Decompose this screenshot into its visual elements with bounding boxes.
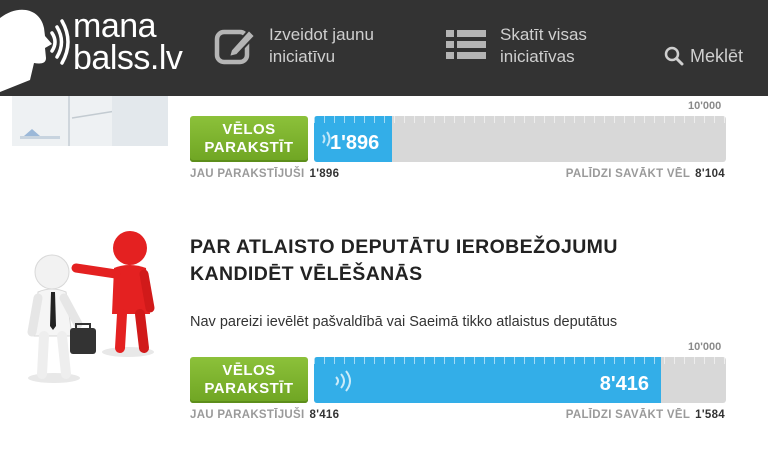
initiative-2-sign-button[interactable]: VĒLOS PARAKSTĪT — [190, 357, 308, 403]
logo-line-1: mana — [73, 7, 157, 45]
logo-wordmark: mana balss.lv — [73, 7, 183, 77]
list-icon — [446, 30, 486, 59]
sign-button-line-2: PARAKSTĪT — [204, 380, 294, 397]
remaining-label: PALĪDZI SAVĀKT VĒL — [565, 409, 691, 421]
sign-button-line-1: VĒLOS — [222, 121, 276, 138]
initiative-1-count: 1'896 — [330, 132, 380, 154]
progress-ticks — [314, 116, 726, 123]
initiative-2-image[interactable] — [18, 228, 180, 388]
progress-ticks — [314, 357, 726, 364]
initiative-1-progress-bar: 1'896 — [314, 116, 726, 162]
initiative-1-thumbnail — [12, 96, 168, 146]
remaining-label: PALĪDZI SAVĀKT VĒL — [565, 168, 691, 180]
remaining-value: 8'104 — [695, 168, 725, 180]
title-line-2: KANDIDĒT VĒLĒŠANĀS — [190, 263, 423, 285]
signed-label: JAU PARAKSTĪJUŠI — [190, 409, 305, 421]
initiative-1-goal: 10'000 — [688, 100, 722, 112]
initiative-2-remaining: PALĪDZI SAVĀKT VĒL 1'584 — [566, 409, 725, 421]
sign-button-line-2: PARAKSTĪT — [204, 139, 294, 156]
nav-create-line-1: Izveidot jaunu — [269, 25, 374, 44]
nav-create-line-2: iniciatīvu — [269, 47, 336, 66]
nav-all-line-1: Skatīt visas — [500, 25, 587, 44]
initiative-1-remaining: PALĪDZI SAVĀKT VĒL 8'104 — [566, 168, 725, 180]
initiative-2-description: Nav pareizi ievēlēt pašvaldībā vai Saeim… — [190, 314, 618, 330]
signed-value: 1'896 — [309, 168, 340, 180]
initiative-2-illustration — [27, 231, 155, 383]
initiative-1-sign-button[interactable]: VĒLOS PARAKSTĪT — [190, 116, 308, 162]
initiative-2-title[interactable]: PAR ATLAISTO DEPUTĀTU IEROBEŽOJUMU KANDI… — [190, 234, 670, 288]
signed-value: 8'416 — [309, 409, 340, 421]
logo-line-2: balss.lv — [73, 39, 183, 77]
initiative-2-signed: JAU PARAKSTĪJUŠI 8'416 — [190, 409, 339, 421]
sign-button-line-1: VĒLOS — [222, 362, 276, 379]
initiative-1-signed: JAU PARAKSTĪJUŠI 1'896 — [190, 168, 339, 180]
initiative-1-image[interactable] — [12, 96, 168, 146]
initiative-2-goal: 10'000 — [688, 341, 722, 353]
site-header: mana balss.lv Izveidot jaunu iniciatīvu … — [0, 0, 768, 96]
initiative-2-count: 8'416 — [599, 373, 649, 395]
edit-icon — [214, 28, 257, 65]
search-icon — [664, 46, 684, 66]
search-button[interactable]: Meklēt — [664, 32, 743, 80]
signed-label: JAU PARAKSTĪJUŠI — [190, 168, 305, 180]
title-line-1: PAR ATLAISTO DEPUTĀTU IEROBEŽOJUMU — [190, 236, 618, 258]
nav-all-line-2: iniciatīvas — [500, 47, 575, 66]
initiative-2-progress-bar: 8'416 — [314, 357, 726, 403]
search-label: Meklēt — [690, 46, 744, 66]
site-logo[interactable]: mana balss.lv — [0, 0, 190, 96]
remaining-value: 1'584 — [695, 409, 725, 421]
sound-wave-icon — [335, 370, 351, 392]
speaking-head-icon — [0, 9, 70, 92]
nav-all-initiatives[interactable]: Skatīt visas iniciatīvas — [444, 22, 587, 70]
nav-create-initiative[interactable]: Izveidot jaunu iniciatīvu — [213, 22, 374, 70]
